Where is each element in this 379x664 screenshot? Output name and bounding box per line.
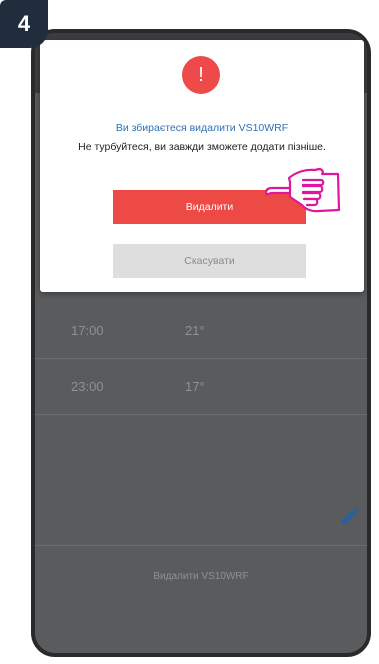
schedule-temperature: 21° (185, 323, 205, 338)
schedule-time: 23:00 (71, 379, 104, 394)
step-badge: 4 (0, 0, 48, 48)
pencil-icon[interactable] (339, 505, 361, 527)
dialog-title: Ви збираєтеся видалити VS10WRF (115, 122, 289, 134)
cancel-button[interactable]: Скасувати (113, 244, 306, 278)
schedule-time: 17:00 (71, 323, 104, 338)
schedule-row[interactable]: 23:00 17° (35, 359, 367, 415)
hand-pointer-icon (264, 167, 341, 213)
exclamation-icon: ! (182, 56, 220, 94)
screen: 4 17:00 21° 23:00 17° Видалити VS10WRF !… (0, 0, 379, 664)
divider (35, 545, 367, 546)
dialog-message: Не турбуйтеся, ви завжди зможете додати … (78, 141, 326, 153)
schedule-row[interactable]: 17:00 21° (35, 303, 367, 359)
delete-device-link[interactable]: Видалити VS10WRF (35, 571, 367, 582)
schedule-temperature: 17° (185, 379, 205, 394)
